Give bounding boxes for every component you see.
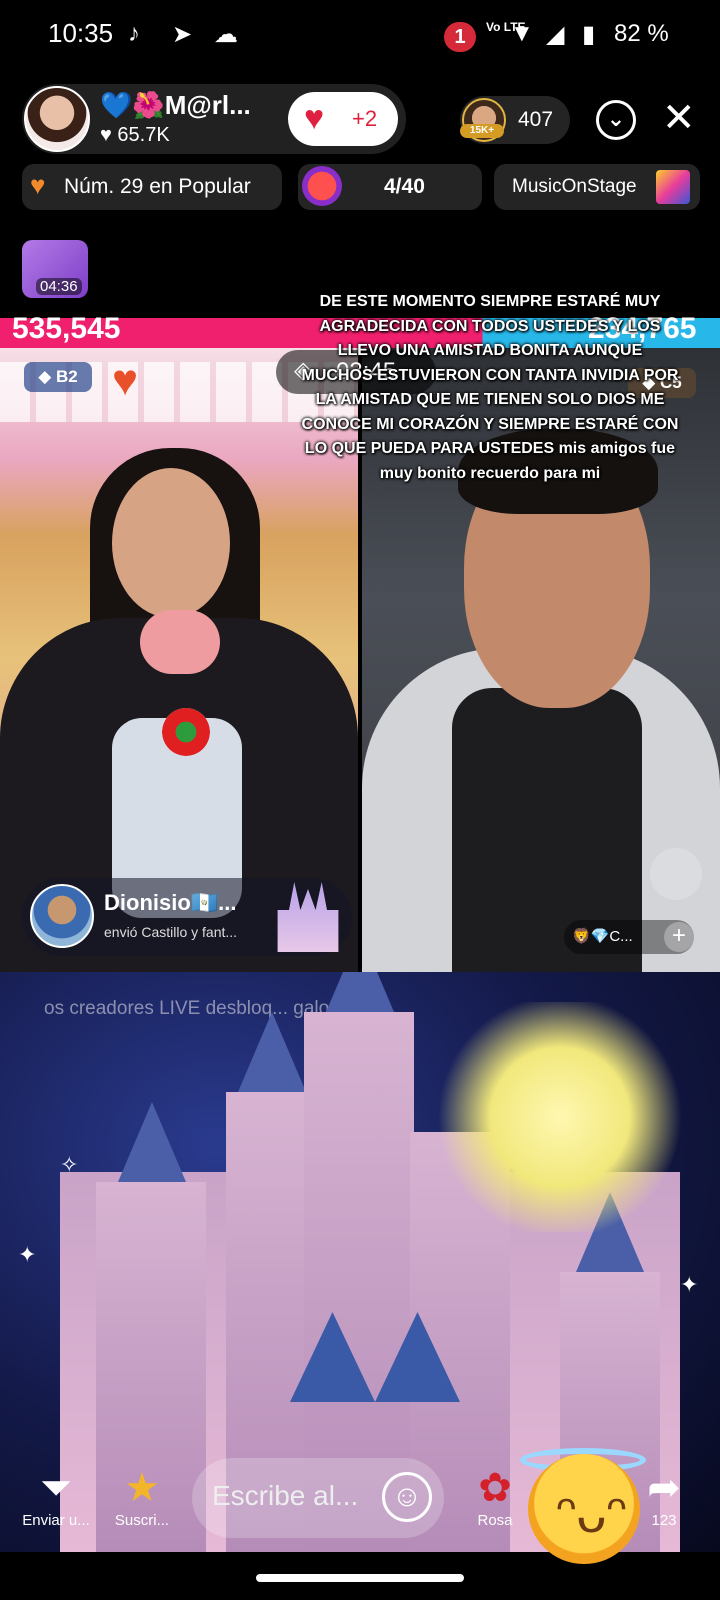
emoji-icon[interactable]: ☺ (382, 1472, 432, 1522)
goal-progress: 4/40 (384, 175, 425, 198)
viewer-count-pill[interactable]: 15K+ 407 (460, 96, 570, 144)
caption-text: DE ESTE MOMENTO SIEMPRE ESTARÉ MUY AGRAD… (301, 293, 679, 482)
viewer-count: 407 (518, 108, 554, 131)
rose-icon: ✿ (478, 1466, 512, 1510)
home-indicator[interactable] (256, 1574, 464, 1582)
subscribe-label: Suscri... (114, 1512, 170, 1529)
notification-badge: 1 (444, 22, 476, 52)
battery-percent: 82 % (614, 20, 669, 47)
share-count: 123 (651, 1512, 677, 1529)
signal-icon: ◢ (546, 21, 565, 48)
rank-badge-left-text: B2 (56, 367, 78, 386)
stage-icon (656, 170, 690, 204)
castle-gift-icon (277, 882, 339, 952)
share-button[interactable]: ➦ 123 (632, 1464, 696, 1529)
treasure-timer: 04:36 (36, 278, 82, 295)
sparkle-icon: ✦ (680, 1272, 699, 1297)
sparkle-icon: ✧ (60, 1152, 79, 1177)
clock: 10:35 (48, 18, 114, 48)
share-icon: ➦ (647, 1466, 681, 1510)
popular-rank-chip[interactable]: ♥ Núm. 29 en Popular (22, 164, 282, 210)
rosette (162, 708, 210, 756)
host-profile-pill[interactable]: 💙🌺M@rl... ♥ 65.7K ♥ +2 (22, 84, 406, 154)
host-name: 💙🌺M@rl... (100, 90, 251, 120)
star-glow (430, 1002, 690, 1232)
heart-icon: ♥ (304, 99, 325, 137)
host-face (112, 468, 230, 618)
star-icon: ★ (124, 1466, 160, 1510)
stage-label: MusicOnStage (512, 176, 637, 197)
treasure-box-icon[interactable]: 04:36 (22, 240, 88, 298)
rose-gift-button[interactable]: ✿ Rosa (460, 1464, 530, 1529)
heart-rank-icon: ♥ (30, 170, 46, 200)
goal-progress-chip[interactable]: 4/40 (298, 164, 482, 210)
comment-input[interactable]: Escribe al... ☺ (192, 1458, 444, 1538)
gift-notification[interactable]: Dionisio🇬🇹... envió Castillo y fant... (22, 878, 352, 956)
status-bar: 10:35 ♪ ➤ ☁ 1 Vo LTE ▼ ◢ ▮ 82 % (0, 0, 720, 72)
tiktok-icon: ♪ (128, 20, 140, 47)
castle-roof-center (326, 972, 394, 1012)
smile-icon: ᵔᴗᵔ (556, 1484, 627, 1544)
viewer-tier-badge: 15K+ (460, 124, 504, 138)
send-label: Enviar u... (22, 1512, 90, 1529)
gift-sender-name: Dionisio🇬🇹... (104, 890, 237, 915)
gift-sender-avatar[interactable] (30, 884, 94, 948)
host-likes: ♥ 65.7K (100, 124, 170, 146)
battery-icon: ▮ (582, 21, 596, 48)
cloud-icon: ☁ (214, 21, 238, 48)
castle-roof-mid-left (238, 1012, 306, 1092)
heart-hands (140, 610, 220, 674)
castle-roof-left (118, 1102, 186, 1182)
goal-gift-icon (302, 166, 342, 206)
rank-label: Núm. 29 en Popular (64, 175, 251, 198)
rank-badge-left: ◆ B2 (24, 362, 92, 392)
comment-placeholder: Escribe al... (212, 1480, 359, 1511)
gift-message: envió Castillo y fant... (104, 924, 238, 940)
send-gift-button[interactable]: ⏷ Enviar u... (16, 1464, 96, 1529)
host-avatar[interactable] (24, 86, 90, 152)
telegram-icon: ➤ (172, 21, 193, 48)
wifi-icon: ▼ (510, 20, 534, 47)
like-count: +2 (352, 106, 378, 131)
sticker-icon[interactable] (650, 848, 702, 900)
sparkle-icon: ✦ (18, 1242, 37, 1267)
music-on-stage-chip[interactable]: MusicOnStage (494, 164, 700, 210)
chevron-down-icon[interactable]: ⌄ (596, 100, 636, 140)
battle-score-left: 535,545 (12, 312, 121, 345)
close-icon[interactable]: ✕ (662, 96, 696, 140)
like-button[interactable]: ♥ +2 (288, 92, 398, 146)
subscribe-button[interactable]: ★ Suscri... (104, 1464, 180, 1529)
plus-icon[interactable]: + (664, 922, 694, 952)
heart-sticker-icon: ♥ (112, 356, 139, 405)
rose-label: Rosa (477, 1512, 513, 1529)
filter-icon: ⏷ (40, 1466, 72, 1510)
